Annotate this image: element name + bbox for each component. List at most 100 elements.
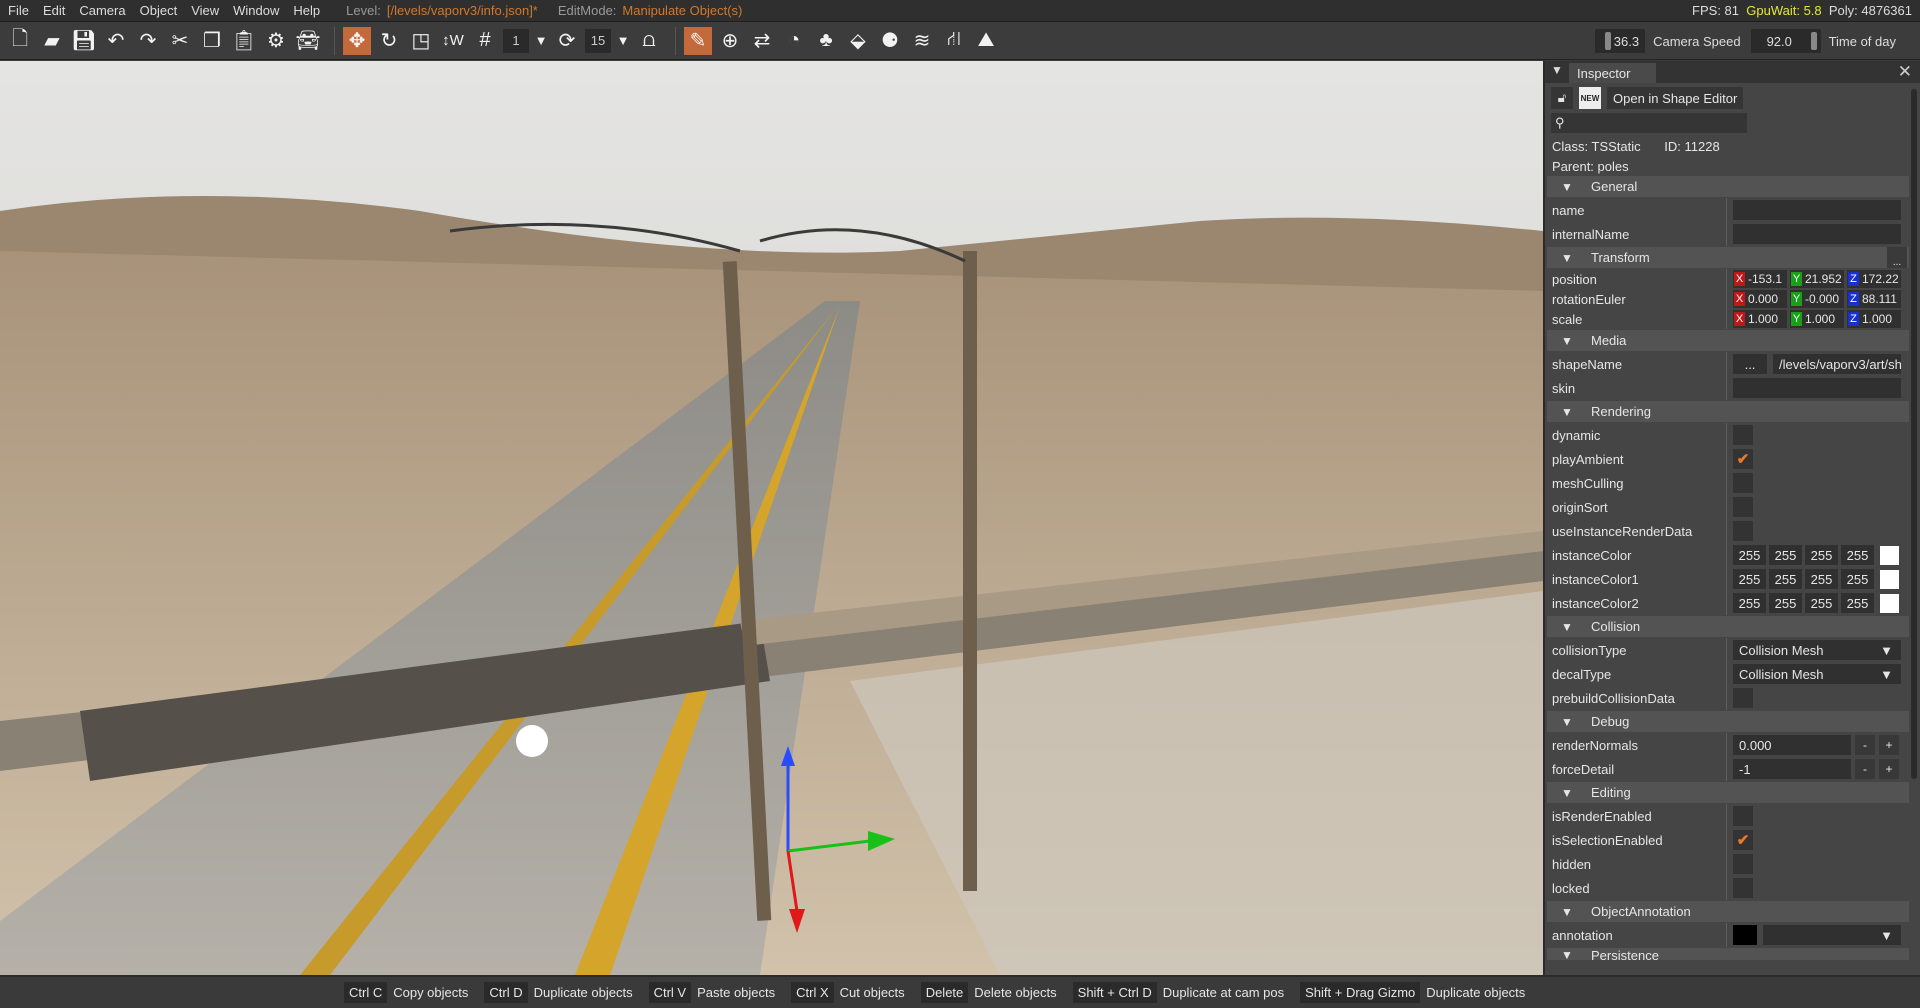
section-editing[interactable]: ▼ Editing — [1547, 782, 1909, 803]
color-g-input[interactable]: 255 — [1769, 545, 1802, 565]
river-icon[interactable]: ≋ — [908, 27, 936, 55]
annotation-dropdown[interactable]: ▼ — [1763, 925, 1901, 945]
color-swatch[interactable] — [1880, 545, 1899, 565]
translate-gizmo-icon[interactable]: ✥ — [343, 26, 371, 55]
use-instance-render-data-checkbox[interactable] — [1733, 521, 1753, 541]
menu-help[interactable]: Help — [293, 3, 320, 18]
add-object-icon[interactable]: ⊕ — [716, 27, 744, 55]
browse-shape-button[interactable]: ... — [1733, 354, 1767, 374]
scale-x-input[interactable]: X 1.000 — [1733, 310, 1787, 328]
transform-options-button[interactable]: ... — [1887, 247, 1907, 268]
redo-icon[interactable]: ↷ — [134, 27, 162, 55]
color-a-input[interactable]: 255 — [1841, 545, 1874, 565]
forest-trees-icon[interactable]: ♣ — [812, 27, 840, 55]
lock-icon[interactable]: 🔓︎ — [1551, 87, 1573, 109]
is-selection-enabled-checkbox[interactable]: ✔ — [1733, 830, 1753, 850]
decal-type-dropdown[interactable]: Collision Mesh ▼ — [1733, 664, 1901, 684]
section-debug[interactable]: ▼ Debug — [1547, 711, 1909, 732]
color-g-input[interactable]: 255 — [1769, 569, 1802, 589]
section-media[interactable]: ▼ Media — [1547, 330, 1909, 351]
section-general[interactable]: ▼ General — [1547, 176, 1909, 197]
save-icon[interactable]: 💾︎ — [70, 27, 98, 55]
color-swatch[interactable] — [1880, 593, 1899, 613]
increment-button[interactable]: + — [1879, 735, 1899, 755]
world-local-icon[interactable]: ↕W — [439, 27, 467, 55]
terrain-tools-icon[interactable]: ⛰ — [972, 27, 1000, 55]
color-swatch[interactable] — [1880, 569, 1899, 589]
close-icon[interactable]: ✕ — [1898, 62, 1912, 82]
mesh-culling-checkbox[interactable] — [1733, 473, 1753, 493]
color-a-input[interactable]: 255 — [1841, 593, 1874, 613]
section-collision[interactable]: ▼ Collision — [1547, 616, 1909, 637]
vehicle-icon[interactable]: 🚘︎ — [294, 27, 322, 55]
mesh-road-icon[interactable]: ⬙ — [844, 27, 872, 55]
paste-icon[interactable]: 📋︎ — [230, 27, 258, 55]
copy-icon[interactable]: ❐ — [198, 27, 226, 55]
position-y-input[interactable]: Y 21.952 — [1790, 270, 1844, 288]
rotation-y-input[interactable]: Y -0.000 — [1790, 290, 1844, 308]
menu-view[interactable]: View — [191, 3, 219, 18]
terrain-paint-icon[interactable]: ⚈ — [876, 27, 904, 55]
menu-window[interactable]: Window — [233, 3, 279, 18]
rotation-z-input[interactable]: Z 88.111 — [1847, 290, 1901, 308]
play-ambient-checkbox[interactable]: ✔ — [1733, 449, 1753, 469]
origin-sort-checkbox[interactable] — [1733, 497, 1753, 517]
settings-gear-icon[interactable]: ⚙ — [262, 27, 290, 55]
path-camera-icon[interactable]: ⇄ — [748, 27, 776, 55]
skin-input[interactable] — [1733, 378, 1901, 398]
road-icon[interactable]: ⛙ — [940, 27, 968, 55]
decrement-button[interactable]: - — [1855, 759, 1875, 779]
surface-snap-icon[interactable]: ⩍ — [635, 27, 663, 55]
decal-icon[interactable]: ◔ — [780, 27, 808, 55]
menu-file[interactable]: File — [8, 3, 29, 18]
color-b-input[interactable]: 255 — [1805, 545, 1838, 565]
rotation-x-input[interactable]: X 0.000 — [1733, 290, 1787, 308]
edit-pencil-icon[interactable]: ✎ — [684, 26, 712, 55]
section-persistence[interactable]: ▼ Persistence — [1547, 948, 1909, 960]
menu-camera[interactable]: Camera — [79, 3, 125, 18]
decrement-button[interactable]: - — [1855, 735, 1875, 755]
open-folder-icon[interactable]: ▰ — [38, 27, 66, 55]
rotation-snap-icon[interactable]: ⟳ — [553, 27, 581, 55]
rotation-snap-field[interactable]: 15 — [585, 28, 611, 53]
color-b-input[interactable]: 255 — [1805, 569, 1838, 589]
undo-icon[interactable]: ↶ — [102, 27, 130, 55]
inspector-scrollbar[interactable] — [1911, 89, 1917, 779]
search-input[interactable]: ⚲ — [1551, 113, 1747, 133]
locked-checkbox[interactable] — [1733, 878, 1753, 898]
rotate-gizmo-icon[interactable]: ↻ — [375, 27, 403, 55]
hidden-checkbox[interactable] — [1733, 854, 1753, 874]
open-shape-editor-button[interactable]: Open in Shape Editor — [1607, 87, 1744, 109]
increment-button[interactable]: + — [1879, 759, 1899, 779]
3d-viewport[interactable] — [0, 61, 1543, 975]
section-rendering[interactable]: ▼ Rendering — [1547, 401, 1909, 422]
scale-z-input[interactable]: Z 1.000 — [1847, 310, 1901, 328]
color-r-input[interactable]: 255 — [1733, 545, 1766, 565]
internal-name-input[interactable] — [1733, 224, 1901, 244]
color-r-input[interactable]: 255 — [1733, 593, 1766, 613]
cut-icon[interactable]: ✂ — [166, 27, 194, 55]
time-of-day-knob[interactable] — [1810, 32, 1817, 50]
camera-speed-knob[interactable] — [1605, 32, 1612, 50]
new-file-icon[interactable]: 🗋 — [6, 27, 34, 55]
snap-dropdown-icon[interactable]: ▼ — [533, 27, 549, 55]
color-r-input[interactable]: 255 — [1733, 569, 1766, 589]
annotation-color-swatch[interactable] — [1733, 925, 1757, 945]
render-normals-input[interactable]: 0.000 — [1733, 735, 1851, 755]
color-g-input[interactable]: 255 — [1769, 593, 1802, 613]
position-x-input[interactable]: X -153.1 — [1733, 270, 1787, 288]
new-badge-icon[interactable]: NEW — [1579, 87, 1601, 109]
position-z-input[interactable]: Z 172.22 — [1847, 270, 1901, 288]
shape-name-input[interactable]: /levels/vaporv3/art/sh — [1773, 354, 1901, 374]
dynamic-checkbox[interactable] — [1733, 425, 1753, 445]
snap-value-field[interactable]: 1 — [503, 28, 529, 53]
panel-menu-icon[interactable]: ▼ — [1551, 63, 1563, 77]
collision-type-dropdown[interactable]: Collision Mesh ▼ — [1733, 640, 1901, 660]
grid-snap-icon[interactable]: # — [471, 27, 499, 55]
scale-y-input[interactable]: Y 1.000 — [1790, 310, 1844, 328]
scale-gizmo-icon[interactable]: ◳ — [407, 27, 435, 55]
is-render-enabled-checkbox[interactable] — [1733, 806, 1753, 826]
prebuild-collision-checkbox[interactable] — [1733, 688, 1753, 708]
time-of-day-slider[interactable]: 92.0 — [1750, 29, 1821, 53]
camera-speed-slider[interactable]: 36.3 — [1595, 29, 1646, 53]
